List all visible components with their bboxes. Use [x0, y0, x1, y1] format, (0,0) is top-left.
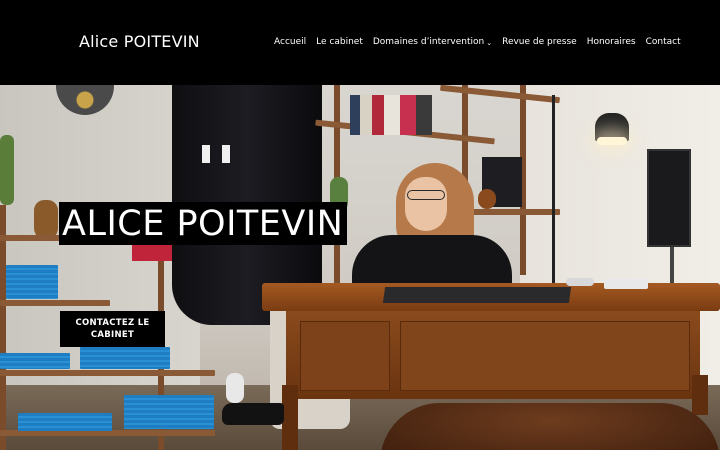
nav-item-honoraires[interactable]: Honoraires	[587, 37, 636, 47]
mouse	[566, 278, 594, 286]
person-face	[405, 177, 447, 231]
nav-item-accueil[interactable]: Accueil	[274, 37, 306, 47]
site-logo-text[interactable]: Alice POITEVIN	[79, 32, 200, 51]
hero-title: ALICE POITEVIN	[59, 202, 348, 245]
desk-panel	[300, 321, 390, 391]
folder-stack	[0, 353, 70, 369]
foreground-chair	[380, 403, 720, 450]
robe-tab	[202, 145, 210, 163]
glasses	[407, 190, 445, 200]
folder-stack	[6, 265, 58, 299]
shelf-post	[0, 205, 6, 450]
desk-leg	[692, 375, 708, 415]
lamp-light	[597, 137, 627, 145]
page: Alice POITEVIN Accueil Le cabinet Domain…	[0, 0, 720, 450]
decor-pear	[34, 200, 58, 240]
monitor-stand	[670, 247, 674, 287]
cactus-plant	[0, 135, 14, 205]
nav-item-domaines[interactable]: Domaines d’intervention ⌄	[373, 37, 492, 47]
contact-cta-button[interactable]: CONTACTEZ LE CABINET	[60, 311, 165, 347]
main-nav: Accueil Le cabinet Domaines d’interventi…	[274, 37, 681, 47]
folder-stack	[80, 347, 170, 369]
shelf-plank	[470, 209, 560, 215]
keyboard	[604, 279, 648, 289]
hero-photo	[0, 85, 720, 450]
books-row	[350, 95, 432, 135]
desk-panel	[400, 321, 690, 391]
folder-stack	[124, 395, 214, 429]
desk-mat	[382, 287, 572, 303]
robe-tab	[222, 145, 230, 163]
nav-item-contact[interactable]: Contact	[646, 37, 681, 47]
shoe	[222, 403, 284, 425]
desk-leg	[282, 385, 298, 450]
chevron-down-icon: ⌄	[486, 39, 493, 47]
nav-item-revue-de-presse[interactable]: Revue de presse	[502, 37, 577, 47]
folder-stack	[18, 413, 112, 431]
nav-item-le-cabinet[interactable]: Le cabinet	[316, 37, 363, 47]
computer-monitor	[647, 149, 691, 247]
shelf-plank	[0, 300, 110, 306]
decor-vase	[478, 189, 496, 209]
nav-item-domaines-label: Domaines d’intervention	[372, 37, 485, 47]
shelf-plank	[0, 370, 215, 376]
white-vase	[226, 373, 244, 403]
floor-lamp	[552, 95, 555, 285]
site-header: Alice POITEVIN Accueil Le cabinet Domain…	[0, 0, 720, 85]
